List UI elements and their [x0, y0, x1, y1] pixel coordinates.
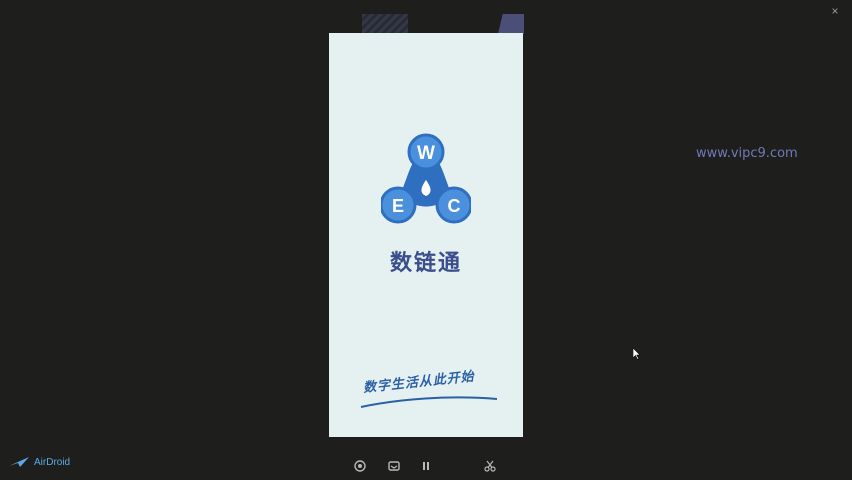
logo-letter-w: W [417, 143, 435, 164]
slogan-block: 数字生活从此开始 [359, 369, 499, 409]
mouse-cursor-icon [633, 348, 641, 360]
decor-strip-right [498, 14, 524, 34]
decor-strip-left [362, 14, 408, 34]
airdroid-plane-icon [9, 457, 29, 467]
brand-name: AirDroid [34, 456, 71, 468]
pause-icon[interactable] [418, 458, 434, 474]
scissors-icon[interactable] [482, 458, 498, 474]
screen-rotate-icon[interactable] [386, 458, 402, 474]
logo-letter-c: C [448, 196, 461, 216]
capture-icon[interactable] [352, 458, 368, 474]
app-logo: W E C [381, 133, 471, 224]
phone-screen: W E C 数链通 数字生活从此开始 [329, 33, 523, 437]
watermark-text: www.vipc9.com [696, 146, 798, 161]
slogan-swoosh [360, 396, 498, 408]
airdroid-brand: AirDroid [8, 456, 70, 468]
close-button[interactable]: × [828, 4, 842, 18]
logo-letter-e: E [392, 196, 404, 216]
app-title: 数链通 [389, 251, 462, 276]
